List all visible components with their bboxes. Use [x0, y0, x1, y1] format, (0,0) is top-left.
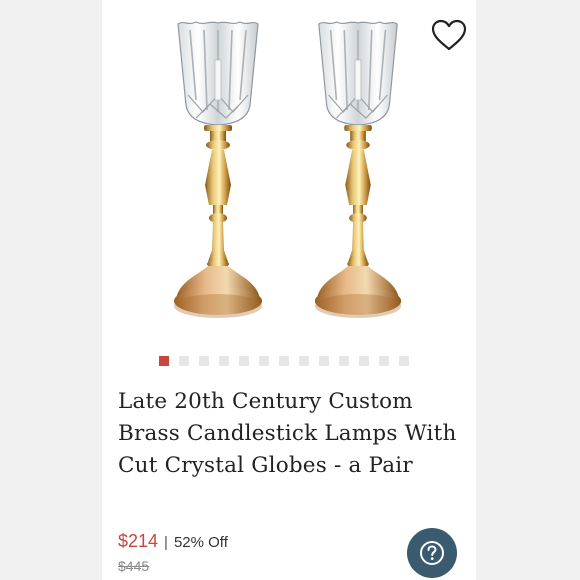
- discount-label: 52% Off: [173, 534, 228, 551]
- right-blurred-margin: [476, 0, 580, 580]
- heart-outline-icon: [431, 19, 467, 51]
- image-carousel-indicators: [159, 356, 409, 366]
- price-row: $214 | 52% Off: [118, 531, 228, 552]
- carousel-dot[interactable]: [279, 356, 289, 366]
- like-button[interactable]: [429, 16, 469, 56]
- carousel-dot[interactable]: [299, 356, 309, 366]
- price-separator: |: [164, 534, 168, 551]
- carousel-dot[interactable]: [339, 356, 349, 366]
- carousel-dot[interactable]: [319, 356, 329, 366]
- carousel-dot[interactable]: [179, 356, 189, 366]
- carousel-dot[interactable]: [359, 356, 369, 366]
- product-photo[interactable]: [102, 0, 476, 345]
- carousel-dot[interactable]: [379, 356, 389, 366]
- product-card: Late 20th Century Custom Brass Candlesti…: [102, 0, 476, 580]
- help-button[interactable]: [407, 528, 457, 578]
- carousel-dot[interactable]: [259, 356, 269, 366]
- original-price: $445: [118, 558, 150, 574]
- question-mark-icon: [420, 541, 444, 565]
- current-price: $214: [118, 531, 159, 551]
- carousel-dot[interactable]: [219, 356, 229, 366]
- carousel-dot[interactable]: [199, 356, 209, 366]
- carousel-dot[interactable]: [399, 356, 409, 366]
- left-blurred-margin: [0, 0, 102, 580]
- listing-title: Late 20th Century Custom Brass Candlesti…: [118, 389, 457, 478]
- carousel-dot[interactable]: [239, 356, 249, 366]
- carousel-dot[interactable]: [159, 356, 169, 366]
